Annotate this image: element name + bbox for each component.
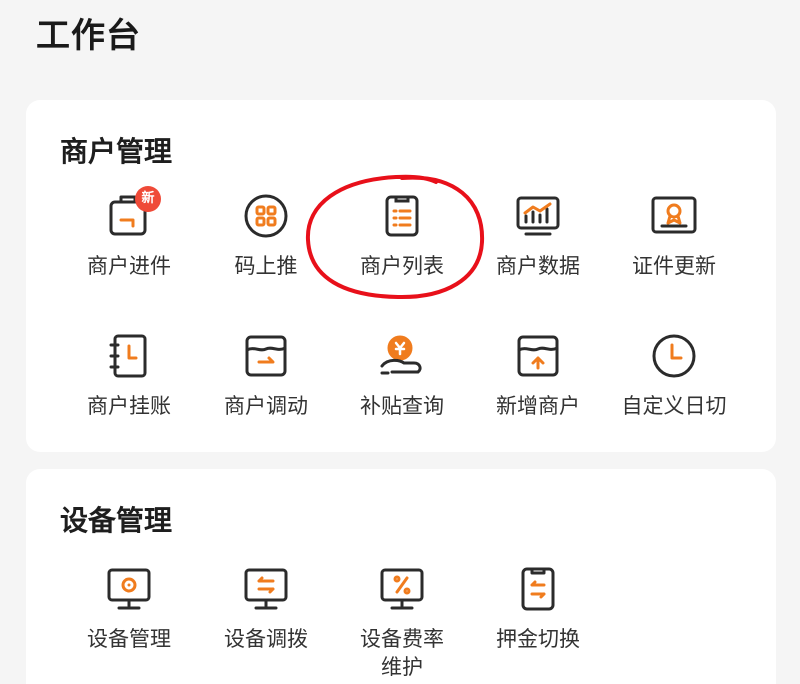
inbox-transfer-icon [242, 332, 290, 380]
phone-swap-icon [514, 565, 562, 613]
item-label: 商户数据 [496, 254, 580, 278]
item-label: 设备调拨 [224, 627, 308, 651]
monitor-gear-icon [105, 565, 153, 613]
item-label: 自定义日切 [621, 394, 727, 418]
clipboard-arrow-icon: 新 [105, 186, 161, 240]
inbox-upload-icon [514, 332, 562, 380]
item-label: 码上推 [234, 254, 298, 278]
item-label: 补贴查询 [360, 394, 444, 418]
ledger-clock-icon [105, 332, 153, 380]
page-title: 工作台 [36, 16, 141, 56]
list-document-icon [378, 192, 426, 240]
new-badge: 新 [135, 186, 161, 212]
merchant-transfer-button[interactable]: 商户调动 [196, 332, 336, 442]
code-push-button[interactable]: 码上推 [196, 192, 336, 302]
monitor-percent-icon [378, 565, 426, 613]
chart-monitor-icon [514, 192, 562, 240]
merchant-management-card: 商户管理 新 商户进件 码上推 商户列表 商户数据 证件更新 商户挂账 商户调动… [26, 100, 776, 452]
merchant-onboarding-button[interactable]: 新 商户进件 [59, 186, 199, 302]
add-merchant-button[interactable]: 新增商户 [468, 332, 608, 442]
item-label: 商户列表 [360, 254, 444, 278]
clock-icon [650, 332, 698, 380]
device-management-card: 设备管理 设备管理 设备调拨 设备费率 维护 押金切换 [26, 469, 776, 684]
merchant-on-account-button[interactable]: 商户挂账 [59, 332, 199, 442]
certificate-update-button[interactable]: 证件更新 [604, 192, 744, 302]
item-label: 设备管理 [87, 627, 171, 651]
subsidy-query-button[interactable]: 补贴查询 [332, 332, 472, 442]
item-label: 新增商户 [496, 394, 580, 418]
deposit-switch-button[interactable]: 押金切换 [468, 565, 608, 675]
device-rate-maintenance-button[interactable]: 设备费率 维护 [332, 565, 472, 679]
section-title-merchant: 商户管理 [60, 135, 173, 168]
section-title-device: 设备管理 [60, 504, 173, 537]
item-label: 证件更新 [632, 254, 716, 278]
qr-grid-circle-icon [242, 192, 290, 240]
item-label: 商户挂账 [87, 394, 171, 418]
custom-day-cutoff-button[interactable]: 自定义日切 [604, 332, 744, 442]
merchant-list-button[interactable]: 商户列表 [332, 192, 472, 302]
monitor-swap-icon [242, 565, 290, 613]
item-label: 设备费率 维护 [360, 627, 444, 679]
device-management-button[interactable]: 设备管理 [59, 565, 199, 675]
merchant-data-button[interactable]: 商户数据 [468, 192, 608, 302]
certificate-icon [650, 192, 698, 240]
device-allocation-button[interactable]: 设备调拨 [196, 565, 336, 675]
item-label: 押金切换 [496, 627, 580, 651]
item-label: 商户进件 [87, 254, 171, 278]
coin-hand-icon [378, 332, 426, 380]
item-label: 商户调动 [224, 394, 308, 418]
